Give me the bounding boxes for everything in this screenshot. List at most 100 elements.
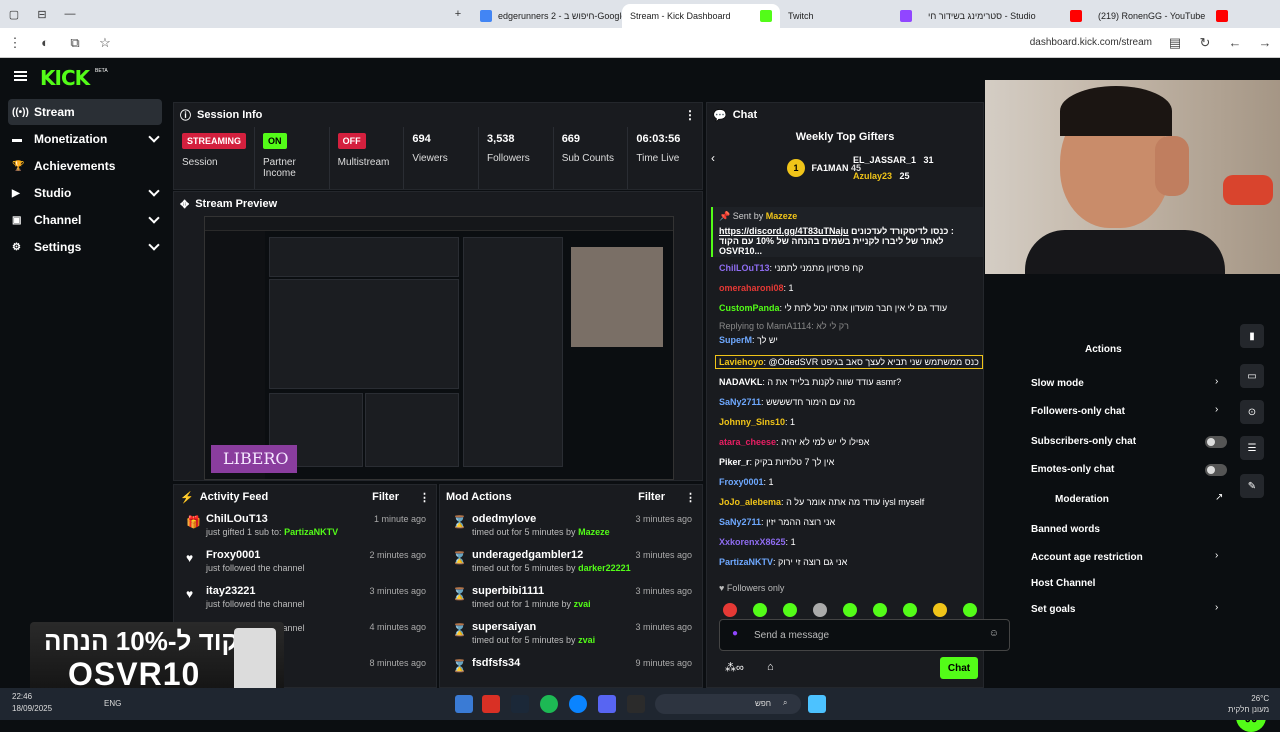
chat-message[interactable]: NADAVKL: עודד שווה לקנות בלייד את ה asmr… (719, 377, 901, 387)
subscribers-only-toggle[interactable] (1205, 436, 1227, 448)
more-options-icon[interactable]: ⋮ (685, 491, 696, 504)
emote-icon[interactable] (873, 603, 887, 617)
multistream-off-badge[interactable]: OFF (337, 133, 366, 149)
task-view-icon[interactable] (455, 695, 473, 713)
chat-rail-icon[interactable]: ▭ (1240, 364, 1264, 388)
browser-tab-youtube[interactable]: (219) RonenGG - YouTube (1090, 4, 1236, 28)
emote-icon[interactable] (843, 603, 857, 617)
chat-message[interactable]: Froxy0001: 1 (719, 477, 774, 487)
sidebar-item-stream[interactable]: ((•)) Stream (8, 99, 162, 125)
slow-mode-option[interactable]: Slow mode (1031, 378, 1084, 389)
streaming-badge: STREAMING (182, 133, 246, 149)
chat-message[interactable]: CustomPanda: עודד גם לי אין חבר מועדון א… (719, 303, 947, 313)
set-goals-option[interactable]: Set goals (1031, 604, 1075, 615)
mic-icon[interactable]: ● (732, 628, 738, 639)
browser-tab-twitch[interactable]: Twitch (780, 4, 920, 28)
app-icon[interactable] (482, 695, 500, 713)
chat-message[interactable]: ChilLOuT13: קח פרסיון מתמני לתמני (719, 263, 863, 273)
emote-icon[interactable] (783, 603, 797, 617)
edge-icon[interactable] (569, 695, 587, 713)
chat-message-highlighted[interactable]: Laviehoyo: @OdedSVR כנס ממשתמש שני תביא … (715, 355, 983, 369)
emoji-icon[interactable]: ☺ (989, 628, 999, 639)
tools-rail-icon[interactable]: ✎ (1240, 474, 1264, 498)
extensions-icon[interactable]: ⧉ (60, 28, 90, 58)
sidebar-item-channel[interactable]: ▣ Channel (8, 207, 162, 233)
chat-message[interactable]: SuperM: יש לך (719, 335, 778, 345)
new-tab-button[interactable]: + (444, 0, 472, 28)
stream-preview-video[interactable]: LIBERO (204, 216, 674, 480)
taskbar-search[interactable]: חפש ⌕ (655, 694, 801, 714)
subs-stat: 669 Sub Counts (554, 127, 629, 189)
account-age-option[interactable]: Account age restriction (1031, 552, 1143, 563)
send-chat-button[interactable]: Chat (940, 657, 978, 679)
mod-tools-icon[interactable]: ⁂∞ (725, 661, 744, 674)
partner-on-badge[interactable]: ON (263, 133, 287, 149)
chat-message[interactable]: SaNy2711: מה עם הימור חדשששש (719, 397, 855, 407)
chat-message[interactable]: Piker_r: אין לך 7 טלוזיות בקיק (719, 457, 834, 467)
weather-widget[interactable]: 26°C מעונן חלקית (1228, 693, 1269, 715)
sidebar-item-achievements[interactable]: 🏆 Achievements (8, 153, 162, 179)
browser-tab-studio[interactable]: סטרימינג בשידור חי - Studio (920, 4, 1090, 28)
sidebar-item-settings[interactable]: ⚙ Settings (8, 234, 162, 260)
favorite-star-icon[interactable]: ☆ (90, 28, 120, 58)
emote-icon[interactable] (813, 603, 827, 617)
browser-tab-kick[interactable]: Stream - Kick Dashboard (622, 4, 780, 28)
store-icon[interactable]: ⌂ (767, 661, 774, 673)
emote-icon[interactable] (753, 603, 767, 617)
start-icon[interactable] (808, 695, 826, 713)
kick-logo[interactable]: KICK (40, 66, 90, 90)
more-options-icon[interactable]: ⋮ (684, 108, 696, 122)
forward-icon[interactable]: → (1250, 28, 1280, 58)
emote-icon[interactable] (903, 603, 917, 617)
host-channel-option[interactable]: Host Channel (1031, 578, 1095, 589)
chat-message[interactable]: omeraharoni08: 1 (719, 283, 794, 293)
chat-message[interactable]: XxkorenxX8625: 1 (719, 537, 796, 547)
chat-input[interactable]: ● Send a message ☺ (719, 619, 1010, 651)
chevron-left-icon[interactable]: ‹ (711, 151, 715, 165)
refresh-icon[interactable]: ↻ (1190, 28, 1220, 58)
rail-button[interactable]: ▮ (1240, 324, 1264, 348)
menu-dots-icon[interactable]: ⋮ (0, 28, 30, 58)
file-explorer-icon[interactable] (627, 695, 645, 713)
emote-icon[interactable] (723, 603, 737, 617)
chat-bubble-icon: 💬 (713, 109, 727, 122)
copilot-icon[interactable]: ◐ (30, 28, 60, 58)
chevron-right-icon[interactable]: › (1215, 376, 1218, 387)
list-rail-icon[interactable]: ☰ (1240, 436, 1264, 460)
chat-message[interactable]: atara_cheese: אפילו לי יש למי לא יהיה (719, 437, 869, 447)
banned-words-option[interactable]: Banned words (1031, 524, 1100, 535)
discord-icon[interactable] (598, 695, 616, 713)
chat-message[interactable]: SaNy2711: אני רוצה ההמר יזין (719, 517, 835, 527)
broadcast-rail-icon[interactable]: ⊙ (1240, 400, 1264, 424)
sidebar-item-monetization[interactable]: ▬ Monetization (8, 126, 162, 152)
minimize-tabs-icon[interactable]: — (56, 0, 84, 28)
taskbar-clock[interactable]: 22:46 18/09/2025 (12, 691, 52, 715)
chat-message[interactable]: PartizaNKTV: אני גם רוצה זי ירוק (719, 557, 847, 567)
reader-mode-icon[interactable]: ▤ (1160, 28, 1190, 58)
filter-button[interactable]: Filter (638, 491, 665, 503)
tab-search-icon[interactable]: ⊟ (28, 0, 56, 28)
pinned-message[interactable]: 📌 Sent by Mazeze https://discord.gg/4T83… (711, 207, 983, 257)
chevron-right-icon[interactable]: › (1215, 550, 1218, 561)
more-options-icon[interactable]: ⋮ (419, 491, 430, 504)
back-icon[interactable]: ← (1220, 28, 1250, 58)
hamburger-menu-icon[interactable] (14, 71, 27, 81)
chat-message[interactable]: Johnny_Sins10: 1 (719, 417, 795, 427)
filter-button[interactable]: Filter (372, 491, 399, 503)
tab-actions-icon[interactable]: ▢ (0, 0, 28, 28)
emote-icon[interactable] (933, 603, 947, 617)
discord-link[interactable]: https://discord.gg/4T83uTNaju (719, 226, 849, 236)
url-field[interactable]: dashboard.kick.com/stream (1030, 37, 1152, 48)
language-indicator[interactable]: ENG (104, 699, 121, 708)
browser-tab-google[interactable]: edgerunners 2 - חיפוש ב-Google (472, 4, 622, 28)
emote-icon[interactable] (963, 603, 977, 617)
chevron-right-icon[interactable]: › (1215, 602, 1218, 613)
chat-message[interactable]: JoJo_alebema: עודד מה אתה אומר על ה iysl… (719, 497, 924, 507)
steam-icon[interactable] (511, 695, 529, 713)
external-link-icon[interactable]: ↗ (1215, 492, 1223, 503)
chevron-right-icon[interactable]: › (1215, 404, 1218, 415)
emotes-only-toggle[interactable] (1205, 464, 1227, 476)
followers-only-option[interactable]: Followers-only chat (1031, 406, 1125, 417)
spotify-icon[interactable] (540, 695, 558, 713)
sidebar-item-studio[interactable]: ▶ Studio (8, 180, 162, 206)
